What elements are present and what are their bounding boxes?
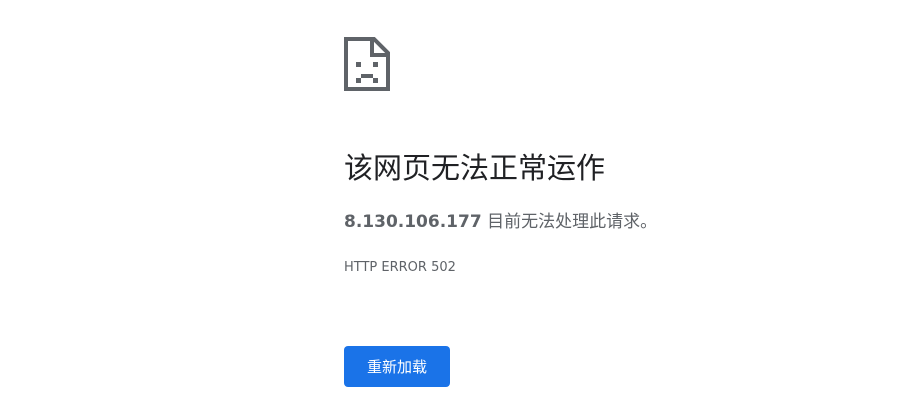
error-description: 目前无法处理此请求。	[481, 212, 658, 232]
sad-page-icon	[344, 37, 390, 91]
error-code: HTTP ERROR 502	[344, 260, 456, 275]
reload-button[interactable]: 重新加载	[344, 346, 450, 387]
error-page: 该网页无法正常运作 8.130.106.177 目前无法处理此请求。 HTTP …	[0, 0, 912, 406]
host-address: 8.130.106.177	[344, 212, 482, 232]
page-title: 该网页无法正常运作	[344, 151, 606, 185]
error-message: 8.130.106.177 目前无法处理此请求。	[344, 209, 657, 235]
